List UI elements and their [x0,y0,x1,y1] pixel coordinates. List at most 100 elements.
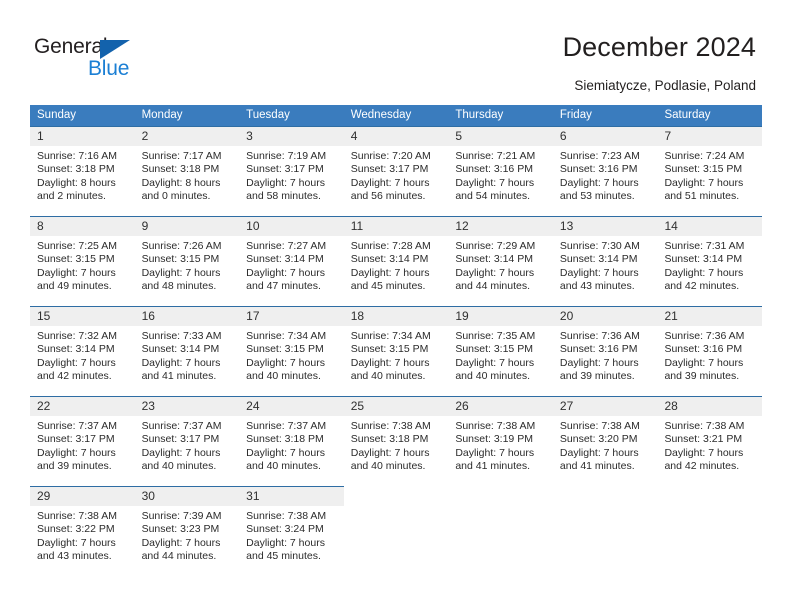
day-cell[interactable]: 18 Sunrise: 7:34 AM Sunset: 3:15 PM Dayl… [343,306,449,396]
daylight-text-line2: and 54 minutes. [455,190,531,203]
day-cell[interactable]: 15 Sunrise: 7:32 AM Sunset: 3:14 PM Dayl… [30,306,135,396]
day-cell[interactable]: 27 Sunrise: 7:38 AM Sunset: 3:20 PM Dayl… [552,396,658,486]
day-cell[interactable]: 21 Sunrise: 7:36 AM Sunset: 3:16 PM Dayl… [657,306,763,396]
day-details: Sunrise: 7:34 AM Sunset: 3:15 PM Dayligh… [344,326,449,384]
day-number: 28 [657,397,763,416]
sunset-text: Sunset: 3:14 PM [455,253,533,266]
day-details: Sunrise: 7:25 AM Sunset: 3:15 PM Dayligh… [30,236,135,294]
daylight-text-line1: Daylight: 7 hours [350,356,430,369]
day-cell[interactable]: 26 Sunrise: 7:38 AM Sunset: 3:19 PM Dayl… [448,396,553,486]
daylight-text-line2: and 45 minutes. [350,280,426,293]
sunrise-text: Sunrise: 7:32 AM [37,330,117,342]
weekday-header-saturday: Saturday [664,109,711,121]
day-cell[interactable]: 12 Sunrise: 7:29 AM Sunset: 3:14 PM Dayl… [448,216,553,306]
day-cell[interactable]: 10 Sunrise: 7:27 AM Sunset: 3:14 PM Dayl… [239,216,344,306]
sunrise-text: Sunrise: 7:21 AM [455,150,536,162]
day-number: 24 [239,397,344,416]
day-cell[interactable]: 3 Sunrise: 7:19 AM Sunset: 3:17 PM Dayli… [239,126,344,216]
day-cell[interactable]: 16 Sunrise: 7:33 AM Sunset: 3:14 PM Dayl… [134,306,240,396]
day-details: Sunrise: 7:23 AM Sunset: 3:16 PM Dayligh… [553,146,658,204]
day-details: Sunrise: 7:21 AM Sunset: 3:16 PM Dayligh… [448,146,553,204]
day-details: Sunrise: 7:27 AM Sunset: 3:14 PM Dayligh… [239,236,344,294]
day-cell-empty [344,486,449,570]
day-number: 23 [134,397,240,416]
day-cell[interactable]: 9 Sunrise: 7:26 AM Sunset: 3:15 PM Dayli… [134,216,240,306]
sunrise-text: Sunrise: 7:27 AM [246,240,327,252]
day-number: 31 [239,487,344,506]
day-cell-empty [657,486,762,570]
sunset-text: Sunset: 3:15 PM [37,253,115,266]
day-cell-empty [448,486,553,570]
day-number: 15 [30,307,135,326]
day-cell[interactable]: 4 Sunrise: 7:20 AM Sunset: 3:17 PM Dayli… [343,126,449,216]
day-cell[interactable]: 23 Sunrise: 7:37 AM Sunset: 3:17 PM Dayl… [134,396,240,486]
day-cell[interactable]: 29 Sunrise: 7:38 AM Sunset: 3:22 PM Dayl… [30,486,135,570]
day-details: Sunrise: 7:20 AM Sunset: 3:17 PM Dayligh… [344,146,449,204]
day-cell[interactable]: 14 Sunrise: 7:31 AM Sunset: 3:14 PM Dayl… [657,216,763,306]
sunset-text: Sunset: 3:14 PM [246,253,324,266]
daylight-text-line2: and 45 minutes. [246,550,321,563]
sunrise-text: Sunrise: 7:36 AM [664,330,745,342]
day-details: Sunrise: 7:33 AM Sunset: 3:14 PM Dayligh… [135,326,240,384]
day-cell[interactable]: 31 Sunrise: 7:38 AM Sunset: 3:24 PM Dayl… [239,486,344,570]
day-cell[interactable]: 22 Sunrise: 7:37 AM Sunset: 3:17 PM Dayl… [30,396,135,486]
sunrise-text: Sunrise: 7:19 AM [246,150,327,162]
daylight-text-line2: and 56 minutes. [350,190,426,203]
day-cell[interactable]: 11 Sunrise: 7:28 AM Sunset: 3:14 PM Dayl… [343,216,449,306]
day-details: Sunrise: 7:38 AM Sunset: 3:21 PM Dayligh… [657,416,762,474]
sunset-text: Sunset: 3:15 PM [455,343,533,356]
daylight-text-line2: and 53 minutes. [559,190,635,203]
daylight-text-line1: Daylight: 7 hours [246,536,325,549]
day-cell[interactable]: 2 Sunrise: 7:17 AM Sunset: 3:18 PM Dayli… [134,126,240,216]
daylight-text-line2: and 48 minutes. [141,280,217,293]
day-details: Sunrise: 7:34 AM Sunset: 3:15 PM Dayligh… [239,326,344,384]
day-details: Sunrise: 7:35 AM Sunset: 3:15 PM Dayligh… [448,326,553,384]
day-number [553,486,658,505]
daylight-text-line1: Daylight: 7 hours [141,356,221,369]
daylight-text-line2: and 39 minutes. [664,370,740,383]
day-details: Sunrise: 7:38 AM Sunset: 3:24 PM Dayligh… [239,506,344,564]
daylight-text-line1: Daylight: 8 hours [141,176,221,189]
day-number: 14 [657,217,763,236]
day-cell[interactable]: 25 Sunrise: 7:38 AM Sunset: 3:18 PM Dayl… [343,396,449,486]
day-cell[interactable]: 6 Sunrise: 7:23 AM Sunset: 3:16 PM Dayli… [552,126,658,216]
day-cell[interactable]: 13 Sunrise: 7:30 AM Sunset: 3:14 PM Dayl… [552,216,658,306]
day-cell[interactable]: 7 Sunrise: 7:24 AM Sunset: 3:15 PM Dayli… [657,126,763,216]
daylight-text-line1: Daylight: 7 hours [559,176,639,189]
day-number: 25 [343,397,449,416]
day-number: 6 [552,127,658,146]
day-cell[interactable]: 24 Sunrise: 7:37 AM Sunset: 3:18 PM Dayl… [239,396,344,486]
day-number: 29 [30,487,135,506]
day-cell[interactable]: 17 Sunrise: 7:34 AM Sunset: 3:15 PM Dayl… [239,306,344,396]
sunset-text: Sunset: 3:17 PM [141,433,220,446]
daylight-text-line1: Daylight: 7 hours [141,446,221,459]
sunset-text: Sunset: 3:17 PM [350,163,429,176]
day-cell[interactable]: 30 Sunrise: 7:39 AM Sunset: 3:23 PM Dayl… [134,486,240,570]
sunset-text: Sunset: 3:14 PM [559,253,638,266]
sunrise-text: Sunrise: 7:36 AM [559,330,640,342]
day-cell[interactable]: 20 Sunrise: 7:36 AM Sunset: 3:16 PM Dayl… [552,306,658,396]
day-details: Sunrise: 7:19 AM Sunset: 3:17 PM Dayligh… [239,146,344,204]
daylight-text-line2: and 40 minutes. [141,460,217,473]
calendar-week-row: 15 Sunrise: 7:32 AM Sunset: 3:14 PM Dayl… [30,306,763,396]
day-number: 12 [448,217,553,236]
sunrise-text: Sunrise: 7:25 AM [37,240,117,252]
day-cell[interactable]: 19 Sunrise: 7:35 AM Sunset: 3:15 PM Dayl… [448,306,553,396]
day-number: 16 [134,307,240,326]
sunrise-text: Sunrise: 7:17 AM [141,150,222,162]
daylight-text-line2: and 42 minutes. [664,280,740,293]
day-cell[interactable]: 1 Sunrise: 7:16 AM Sunset: 3:18 PM Dayli… [30,126,135,216]
day-number: 22 [30,397,135,416]
day-details: Sunrise: 7:38 AM Sunset: 3:18 PM Dayligh… [344,416,449,474]
day-details: Sunrise: 7:36 AM Sunset: 3:16 PM Dayligh… [657,326,762,384]
day-details: Sunrise: 7:17 AM Sunset: 3:18 PM Dayligh… [135,146,240,204]
day-cell[interactable]: 5 Sunrise: 7:21 AM Sunset: 3:16 PM Dayli… [448,126,553,216]
sunset-text: Sunset: 3:19 PM [455,433,533,446]
sunset-text: Sunset: 3:16 PM [559,343,638,356]
sunset-text: Sunset: 3:16 PM [559,163,638,176]
day-cell[interactable]: 8 Sunrise: 7:25 AM Sunset: 3:15 PM Dayli… [30,216,135,306]
day-details: Sunrise: 7:38 AM Sunset: 3:19 PM Dayligh… [448,416,553,474]
day-cell[interactable]: 28 Sunrise: 7:38 AM Sunset: 3:21 PM Dayl… [657,396,763,486]
day-details: Sunrise: 7:38 AM Sunset: 3:22 PM Dayligh… [30,506,135,564]
sunrise-text: Sunrise: 7:34 AM [246,330,327,342]
